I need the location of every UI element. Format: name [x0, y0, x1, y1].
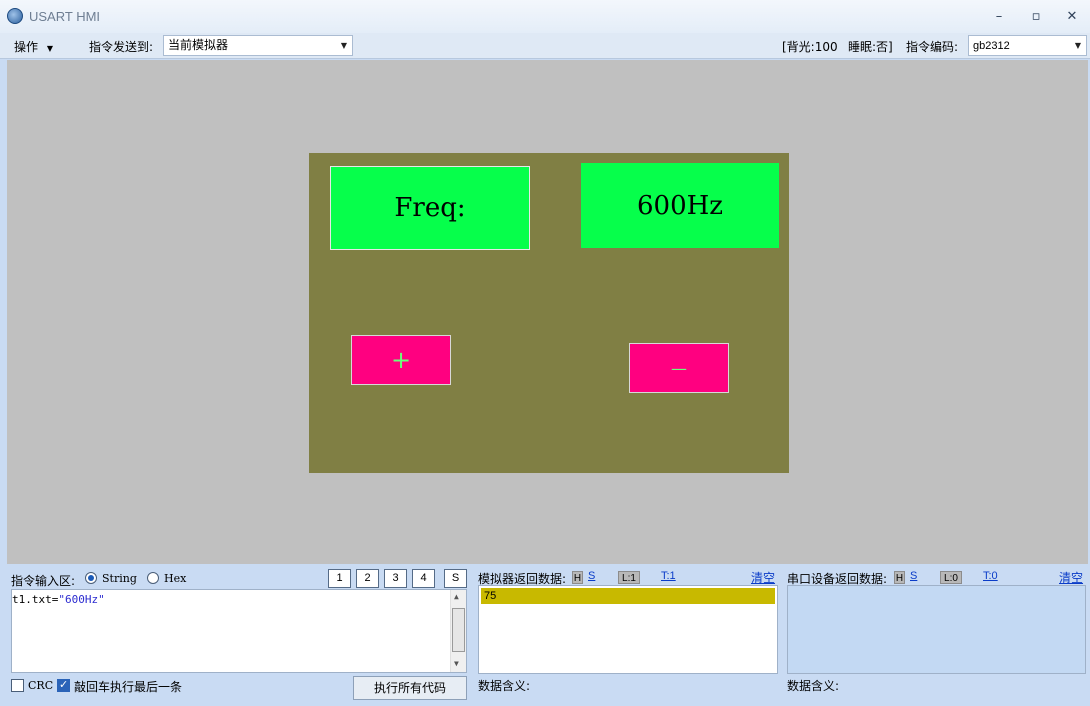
enter-exec-checkbox[interactable]	[57, 678, 70, 692]
encoding-label: 指令编码:	[906, 40, 959, 54]
scroll-down-icon[interactable]: ▼	[454, 659, 459, 668]
send-to-select[interactable]: 当前模拟器 ▼	[163, 35, 353, 56]
enter-exec-label: 敲回车执行最后一条	[74, 680, 183, 694]
bottom-panel: 指令输入区: String Hex 1 2 3 4 S t1.txt="600H…	[0, 564, 1090, 706]
minus-button-label: —	[671, 358, 687, 378]
send-to-value: 当前模拟器	[168, 38, 229, 52]
string-mode-label: String	[102, 572, 137, 585]
title-bar: USART HMI – ▫ ✕	[0, 0, 1090, 33]
quick-button-3[interactable]: 3	[384, 569, 407, 588]
serial-meaning-label: 数据含义:	[787, 679, 840, 693]
serial-string-toggle[interactable]: S	[910, 570, 917, 582]
sim-clear-link[interactable]: 清空	[751, 569, 775, 586]
quick-button-2[interactable]: 2	[356, 569, 379, 588]
serial-time-link[interactable]: T:0	[983, 570, 998, 582]
encoding-select[interactable]: gb2312 ▼	[968, 35, 1087, 56]
execute-all-button[interactable]: 执行所有代码	[353, 676, 467, 700]
serial-length-indicator: L:0	[940, 571, 962, 584]
window-title: USART HMI	[29, 9, 101, 24]
minus-button[interactable]: —	[629, 343, 729, 393]
hmi-screen: Freq: 600Hz + —	[309, 153, 789, 473]
sim-time-link[interactable]: T:1	[661, 570, 676, 582]
crc-checkbox[interactable]	[11, 679, 24, 692]
crc-label: CRC	[28, 679, 54, 692]
sleep-status: 睡眠:否]	[848, 40, 893, 54]
serial-return-box[interactable]	[787, 585, 1086, 674]
backlight-status: [背光:100	[782, 40, 838, 54]
freq-value-text: 600Hz	[637, 190, 723, 221]
close-button[interactable]: ✕	[1062, 8, 1082, 26]
toolbar: 操作 ▼ 指令发送到: 当前模拟器 ▼ [背光:100 睡眠:否] 指令编码: …	[0, 33, 1090, 59]
freq-value-box: 600Hz	[581, 163, 779, 248]
chevron-down-icon: ▼	[1074, 41, 1081, 50]
dropdown-arrow-icon: ▼	[46, 44, 53, 53]
scroll-up-icon[interactable]: ▲	[454, 592, 459, 601]
sim-meaning-label: 数据含义:	[478, 679, 531, 693]
simulator-canvas: Freq: 600Hz + —	[7, 60, 1088, 564]
command-string: "600Hz"	[58, 593, 105, 606]
quick-button-4[interactable]: 4	[412, 569, 435, 588]
encoding-value: gb2312	[973, 40, 1010, 52]
freq-label-box: Freq:	[330, 166, 530, 250]
sim-return-box[interactable]: 75	[478, 585, 778, 674]
command-scrollbar[interactable]: ▲ ▼	[450, 590, 466, 672]
plus-button[interactable]: +	[351, 335, 451, 385]
sim-length-indicator: L:1	[618, 571, 640, 584]
freq-label-text: Freq:	[394, 193, 466, 223]
app-logo-icon	[7, 8, 23, 24]
maximize-button[interactable]: ▫	[1026, 8, 1046, 26]
quick-button-s[interactable]: S	[444, 569, 467, 588]
hex-mode-label: Hex	[164, 572, 187, 585]
sim-hex-toggle[interactable]: H	[572, 571, 583, 584]
hex-mode-radio[interactable]	[147, 572, 159, 584]
send-to-label: 指令发送到:	[89, 40, 154, 54]
chevron-down-icon: ▼	[340, 41, 347, 50]
command-input-label: 指令输入区:	[11, 574, 76, 588]
string-mode-radio[interactable]	[85, 572, 97, 584]
operation-menu-label: 操作	[14, 40, 39, 54]
quick-button-1[interactable]: 1	[328, 569, 351, 588]
minimize-button[interactable]: –	[989, 8, 1009, 26]
sim-return-row[interactable]: 75	[481, 588, 775, 604]
plus-button-label: +	[390, 346, 412, 374]
operation-menu[interactable]: 操作 ▼	[14, 38, 53, 55]
scroll-thumb[interactable]	[452, 608, 465, 652]
serial-clear-link[interactable]: 清空	[1059, 569, 1083, 586]
command-code: t1.txt=	[12, 593, 59, 606]
sim-string-toggle[interactable]: S	[588, 570, 595, 582]
serial-hex-toggle[interactable]: H	[894, 571, 905, 584]
command-input-area[interactable]: t1.txt="600Hz" ▲ ▼	[11, 589, 467, 673]
